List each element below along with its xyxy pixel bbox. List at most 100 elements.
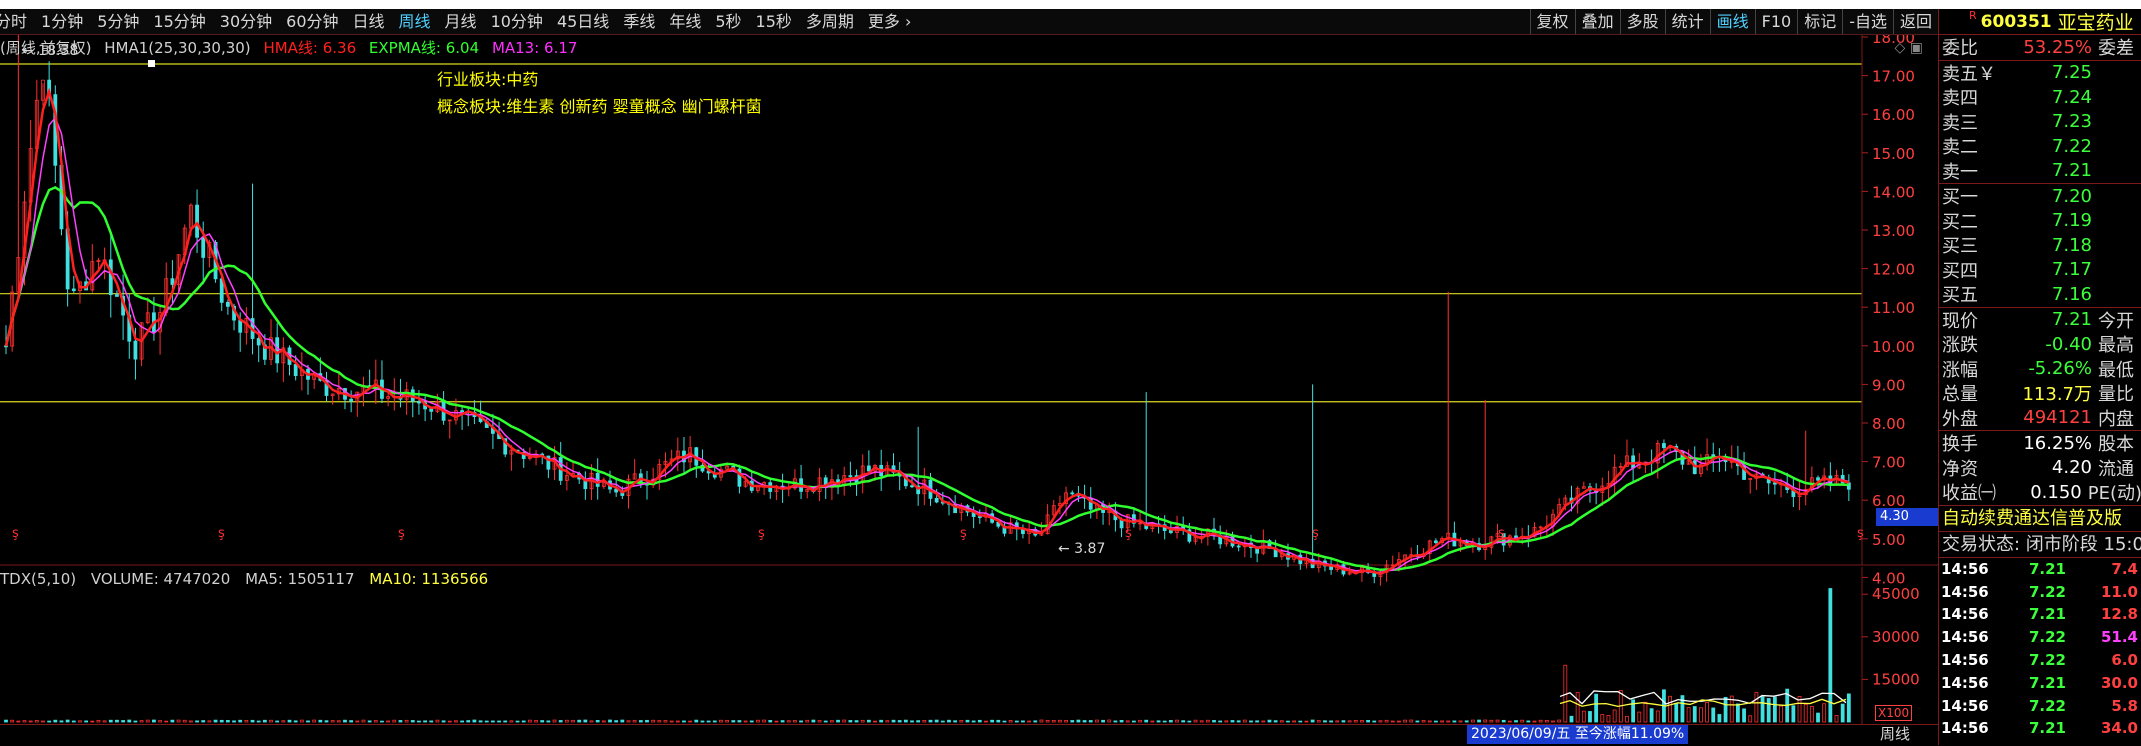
- volume-bar: [355, 720, 360, 723]
- tick-row[interactable]: 14:56 7.22 6.0: [1939, 649, 2141, 672]
- tool-button-2[interactable]: 多股: [1619, 9, 1665, 34]
- volume-bar: [1064, 720, 1068, 723]
- tool-button-6[interactable]: 标记: [1797, 9, 1842, 34]
- volume-bar: [762, 719, 766, 723]
- stock-code[interactable]: 600351: [1981, 12, 2052, 32]
- volume-bar: [1039, 719, 1044, 723]
- volume-bar: [491, 720, 495, 723]
- volume-bar: [521, 720, 526, 723]
- tool-button-5[interactable]: F10: [1754, 9, 1798, 34]
- period-indicator[interactable]: 周线: [1880, 725, 1910, 744]
- period-tab-16[interactable]: 更多 ›: [861, 9, 919, 34]
- chart-mode-label: (周线,前复权): [0, 39, 92, 57]
- volume-bar: [225, 720, 230, 723]
- tool-button-0[interactable]: 复权: [1529, 9, 1575, 34]
- period-tab-2[interactable]: 5分钟: [90, 9, 146, 34]
- tick-volume: 12.8: [2100, 605, 2138, 624]
- bid-level-2[interactable]: 买二 7.19: [1939, 209, 2141, 234]
- bid-level-3[interactable]: 买三 7.18: [1939, 233, 2141, 258]
- event-marker: ş: [1312, 526, 1319, 541]
- period-tab-7[interactable]: 周线: [392, 9, 438, 34]
- period-tab-13[interactable]: 5秒: [708, 9, 748, 34]
- volume-bar: [447, 720, 452, 723]
- volume-bar: [682, 720, 686, 723]
- volume-bar: [1242, 719, 1247, 723]
- volume-bar: [398, 720, 403, 723]
- ask-book: 卖五￥ 7.25 卖四 7.24 卖三 7.23 卖二 7.22 卖一 7.21: [1939, 59, 2141, 184]
- volume-bar: [1649, 708, 1654, 723]
- ask-level-1[interactable]: 卖一 7.21: [1939, 159, 2141, 184]
- period-tab-14[interactable]: 15秒: [749, 9, 799, 34]
- period-tab-6[interactable]: 日线: [346, 9, 392, 34]
- stat-row-stats-0: 现价 7.21 今开: [1939, 308, 2141, 333]
- period-tab-5[interactable]: 60分钟: [279, 9, 345, 34]
- tool-button-4[interactable]: 画线: [1709, 9, 1755, 34]
- tick-row[interactable]: 14:56 7.21 12.8: [1939, 603, 2141, 626]
- volume-bar: [885, 720, 890, 723]
- volume-bar: [1415, 720, 1420, 723]
- tick-row[interactable]: 14:56 7.22 51.4: [1939, 626, 2141, 649]
- period-tab-12[interactable]: 年线: [662, 9, 708, 34]
- hma-config-label: HMA1(25,30,30,30): [104, 39, 251, 57]
- period-tab-0[interactable]: 分时: [0, 9, 34, 34]
- volume-bar: [1193, 719, 1198, 723]
- subscription-notice[interactable]: 自动续费通达信普及版: [1939, 504, 2141, 531]
- bid-level-1[interactable]: 买一 7.20: [1939, 184, 2141, 209]
- volume-bar: [176, 719, 181, 723]
- volume-bar: [552, 719, 557, 723]
- price-tick-label: 14.00: [1872, 183, 1915, 201]
- ask-level-5[interactable]: 卖五￥ 7.25: [1939, 61, 2141, 86]
- candle-body: [866, 465, 871, 472]
- volume-bar: [1286, 720, 1290, 723]
- chart-corner-icons[interactable]: ◇ ▣: [1895, 40, 1923, 56]
- period-tab-11[interactable]: 季线: [616, 9, 662, 34]
- period-tab-3[interactable]: 15分钟: [146, 9, 212, 34]
- tick-list[interactable]: 14:56 7.21 7.4 14:56 7.22 11.0 14:56 7.21 12.8 14…: [1939, 556, 2141, 740]
- period-tab-9[interactable]: 10分钟: [484, 9, 550, 34]
- ask-level-2[interactable]: 卖二 7.22: [1939, 134, 2141, 159]
- ask-level-4[interactable]: 卖四 7.24: [1939, 85, 2141, 110]
- quote-stats: 现价 7.21 今开 涨跌 -0.40 最高 涨幅 -5.26% 最低 总量 113.7万 量比 外盘 4…: [1939, 306, 2141, 431]
- period-tab-1[interactable]: 1分钟: [34, 9, 90, 34]
- volume-bar: [1372, 720, 1377, 723]
- tick-price: 7.22: [2028, 696, 2066, 715]
- volume-bar: [1199, 720, 1204, 723]
- volume-bar: [429, 720, 434, 723]
- volume-bar: [805, 719, 810, 723]
- volume-bar: [1218, 720, 1223, 723]
- stat-row-stats-4: 外盘 494121 内盘: [1939, 406, 2141, 431]
- tool-button-7[interactable]: -自选: [1842, 9, 1893, 34]
- price-cursor-tag: 4.30: [1876, 508, 1940, 526]
- tick-row[interactable]: 14:56 7.22 5.8: [1939, 694, 2141, 717]
- stock-name[interactable]: 亚宝药业: [2058, 8, 2134, 35]
- stat-extra-label: 股本: [2098, 434, 2134, 456]
- period-tab-4[interactable]: 30分钟: [213, 9, 279, 34]
- tool-button-1[interactable]: 叠加: [1574, 9, 1620, 34]
- tick-row[interactable]: 14:56 7.22 11.0: [1939, 580, 2141, 603]
- stat-extra-label: 最低: [2098, 359, 2134, 381]
- tool-button-3[interactable]: 统计: [1664, 9, 1710, 34]
- hma-value: HMA线: 6.36: [263, 39, 357, 57]
- tick-price: 7.21: [2028, 673, 2066, 692]
- stat-label: 现价: [1942, 310, 1978, 332]
- ask-level-3[interactable]: 卖三 7.23: [1939, 110, 2141, 135]
- tick-volume: 6.0: [2111, 651, 2138, 670]
- candle-body: [349, 398, 354, 402]
- tick-row[interactable]: 14:56 7.21 7.4: [1939, 558, 2141, 581]
- volume-bar: [1292, 720, 1297, 723]
- period-tab-8[interactable]: 月线: [438, 9, 484, 34]
- tick-row[interactable]: 14:56 7.21 34.0: [1939, 717, 2141, 740]
- volume-bar: [1477, 719, 1481, 723]
- period-tab-10[interactable]: 45日线: [550, 9, 616, 34]
- tool-button-8[interactable]: 返回: [1892, 9, 1938, 34]
- tick-row[interactable]: 14:56 7.21 30.0: [1939, 671, 2141, 694]
- volume-bar: [1187, 720, 1192, 723]
- period-tab-15[interactable]: 多周期: [799, 9, 861, 34]
- bid-level-4[interactable]: 买四 7.17: [1939, 258, 2141, 283]
- volume-bar: [1082, 720, 1087, 723]
- bid-level-5[interactable]: 买五 7.16: [1939, 282, 2141, 307]
- kline-chart[interactable]: 18.0017.0016.0015.0014.0013.0012.0011.00…: [0, 35, 1938, 745]
- candle-body: [293, 364, 298, 377]
- volume-bar: [1507, 720, 1512, 723]
- volume-bar: [737, 720, 742, 723]
